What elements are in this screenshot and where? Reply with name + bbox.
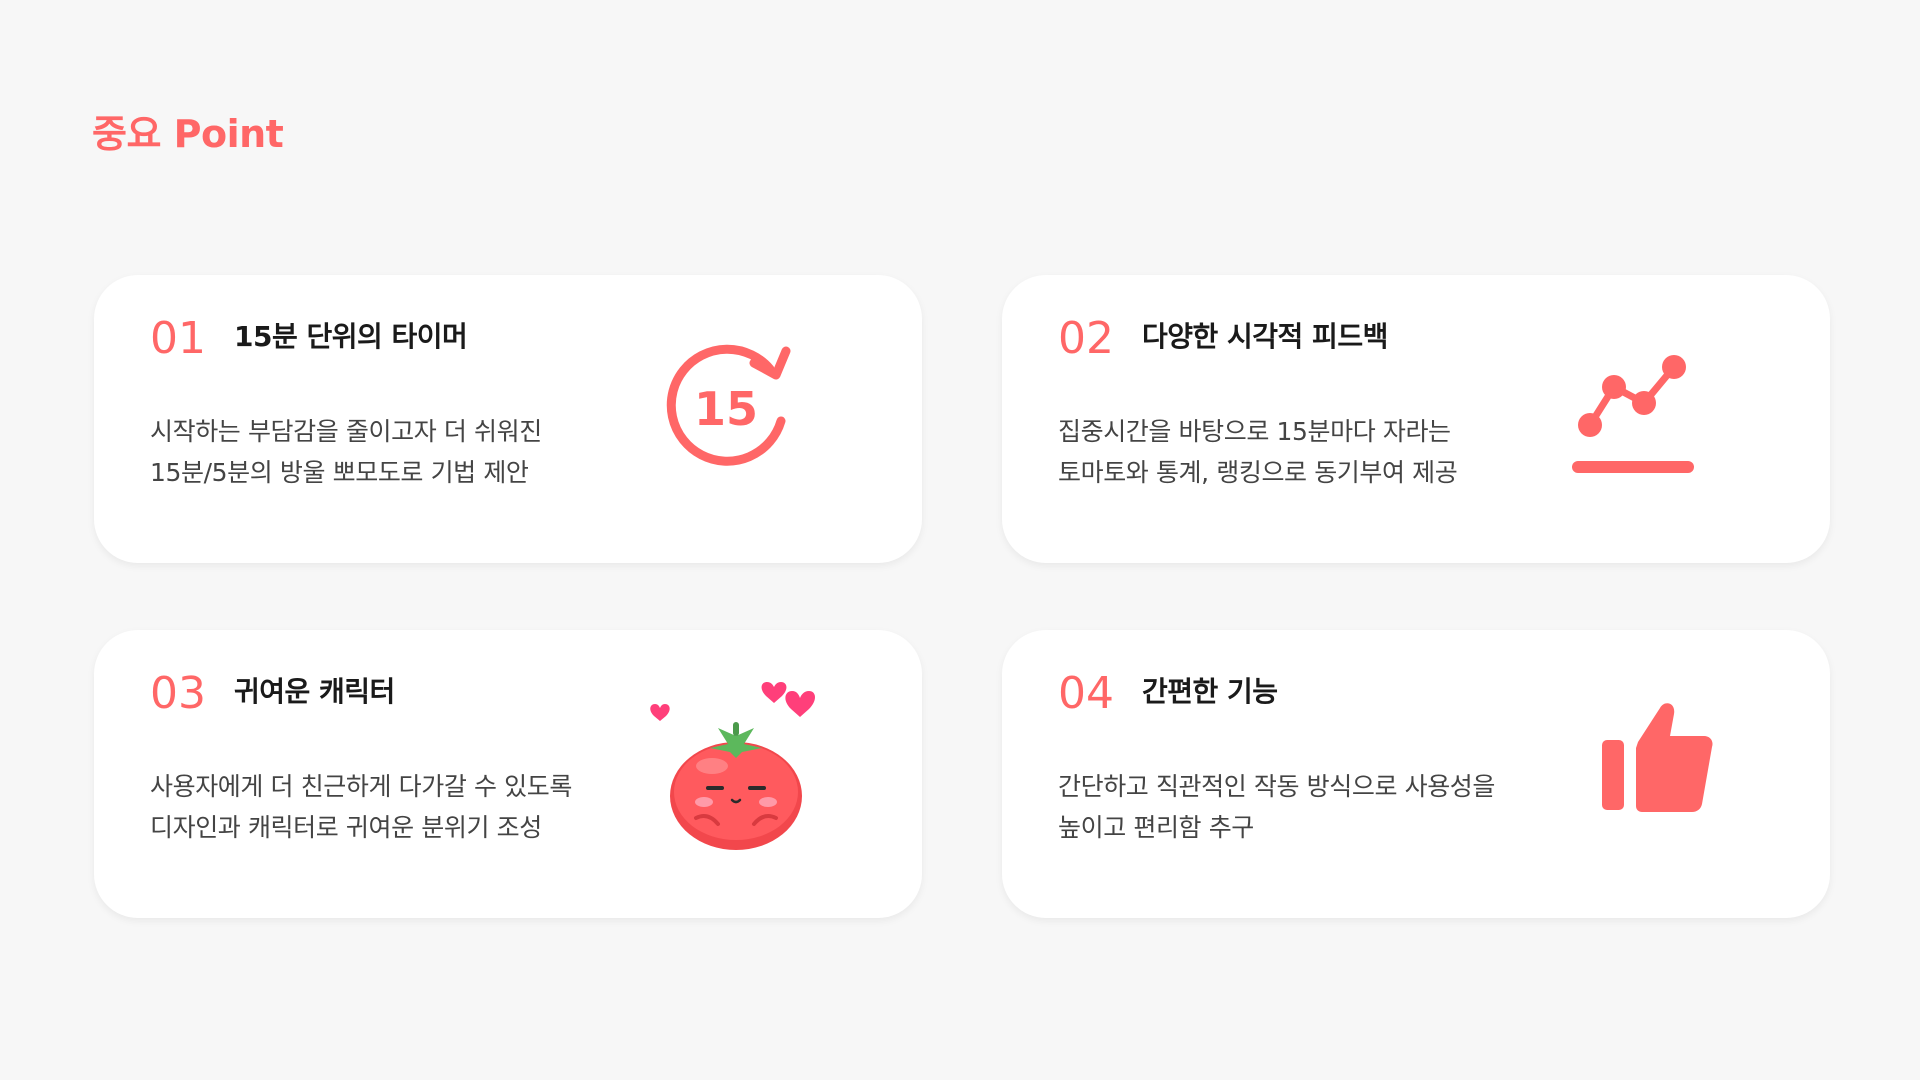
card-description-line: 간단하고 직관적인 작동 방식으로 사용성을 [1058, 772, 1495, 801]
card-description-line: 집중시간을 바탕으로 15분마다 자라는 [1058, 417, 1451, 446]
slide: 중요 Point 01 15분 단위의 타이머 시작하는 부담감을 줄이고자 더… [0, 0, 1920, 1080]
card-description-line: 디자인과 캐릭터로 귀여운 분위기 조성 [150, 813, 542, 842]
feature-card-character: 03 귀여운 캐릭터 사용자에게 더 친근하게 다가갈 수 있도록 디자인과 캐… [94, 630, 922, 918]
card-description-line: 토마토와 통계, 랭킹으로 동기부여 제공 [1058, 458, 1458, 487]
card-description: 집중시간을 바탕으로 15분마다 자라는 토마토와 통계, 랭킹으로 동기부여 … [1058, 411, 1578, 493]
feature-card-feedback: 02 다양한 시각적 피드백 집중시간을 바탕으로 15분마다 자라는 토마토와… [1002, 275, 1830, 563]
card-number: 03 [150, 668, 206, 719]
card-number: 04 [1058, 668, 1114, 719]
feature-card-simple: 04 간편한 기능 간단하고 직관적인 작동 방식으로 사용성을 높이고 편리함… [1002, 630, 1830, 918]
thumbs-up-icon [1602, 703, 1713, 812]
timer-number: 15 [694, 382, 758, 436]
card-number: 02 [1058, 313, 1114, 364]
feature-card-timer: 01 15분 단위의 타이머 시작하는 부담감을 줄이고자 더 쉬워진 15분/… [94, 275, 922, 563]
tomato-character-icon [650, 682, 816, 850]
card-description-line: 사용자에게 더 친근하게 다가갈 수 있도록 [150, 772, 572, 801]
card-number: 01 [150, 313, 206, 364]
card-description-line: 시작하는 부담감을 줄이고자 더 쉬워진 [150, 417, 542, 446]
timer-15-icon: 15 [666, 344, 791, 466]
card-description: 간단하고 직관적인 작동 방식으로 사용성을 높이고 편리함 추구 [1058, 766, 1578, 848]
card-description: 사용자에게 더 친근하게 다가갈 수 있도록 디자인과 캐릭터로 귀여운 분위기… [150, 766, 670, 848]
card-description-line: 높이고 편리함 추구 [1058, 813, 1254, 842]
card-heading: 다양한 시각적 피드백 [1142, 320, 1388, 353]
card-description-line: 15분/5분의 방울 뽀모도로 기법 제안 [150, 458, 529, 487]
line-chart-icon [1572, 355, 1694, 473]
card-heading: 15분 단위의 타이머 [234, 320, 468, 353]
card-description: 시작하는 부담감을 줄이고자 더 쉬워진 15분/5분의 방울 뽀모도로 기법 … [150, 411, 670, 493]
card-heading: 귀여운 캐릭터 [234, 675, 395, 708]
card-heading: 간편한 기능 [1142, 675, 1278, 708]
page-title: 중요 Point [92, 112, 284, 156]
